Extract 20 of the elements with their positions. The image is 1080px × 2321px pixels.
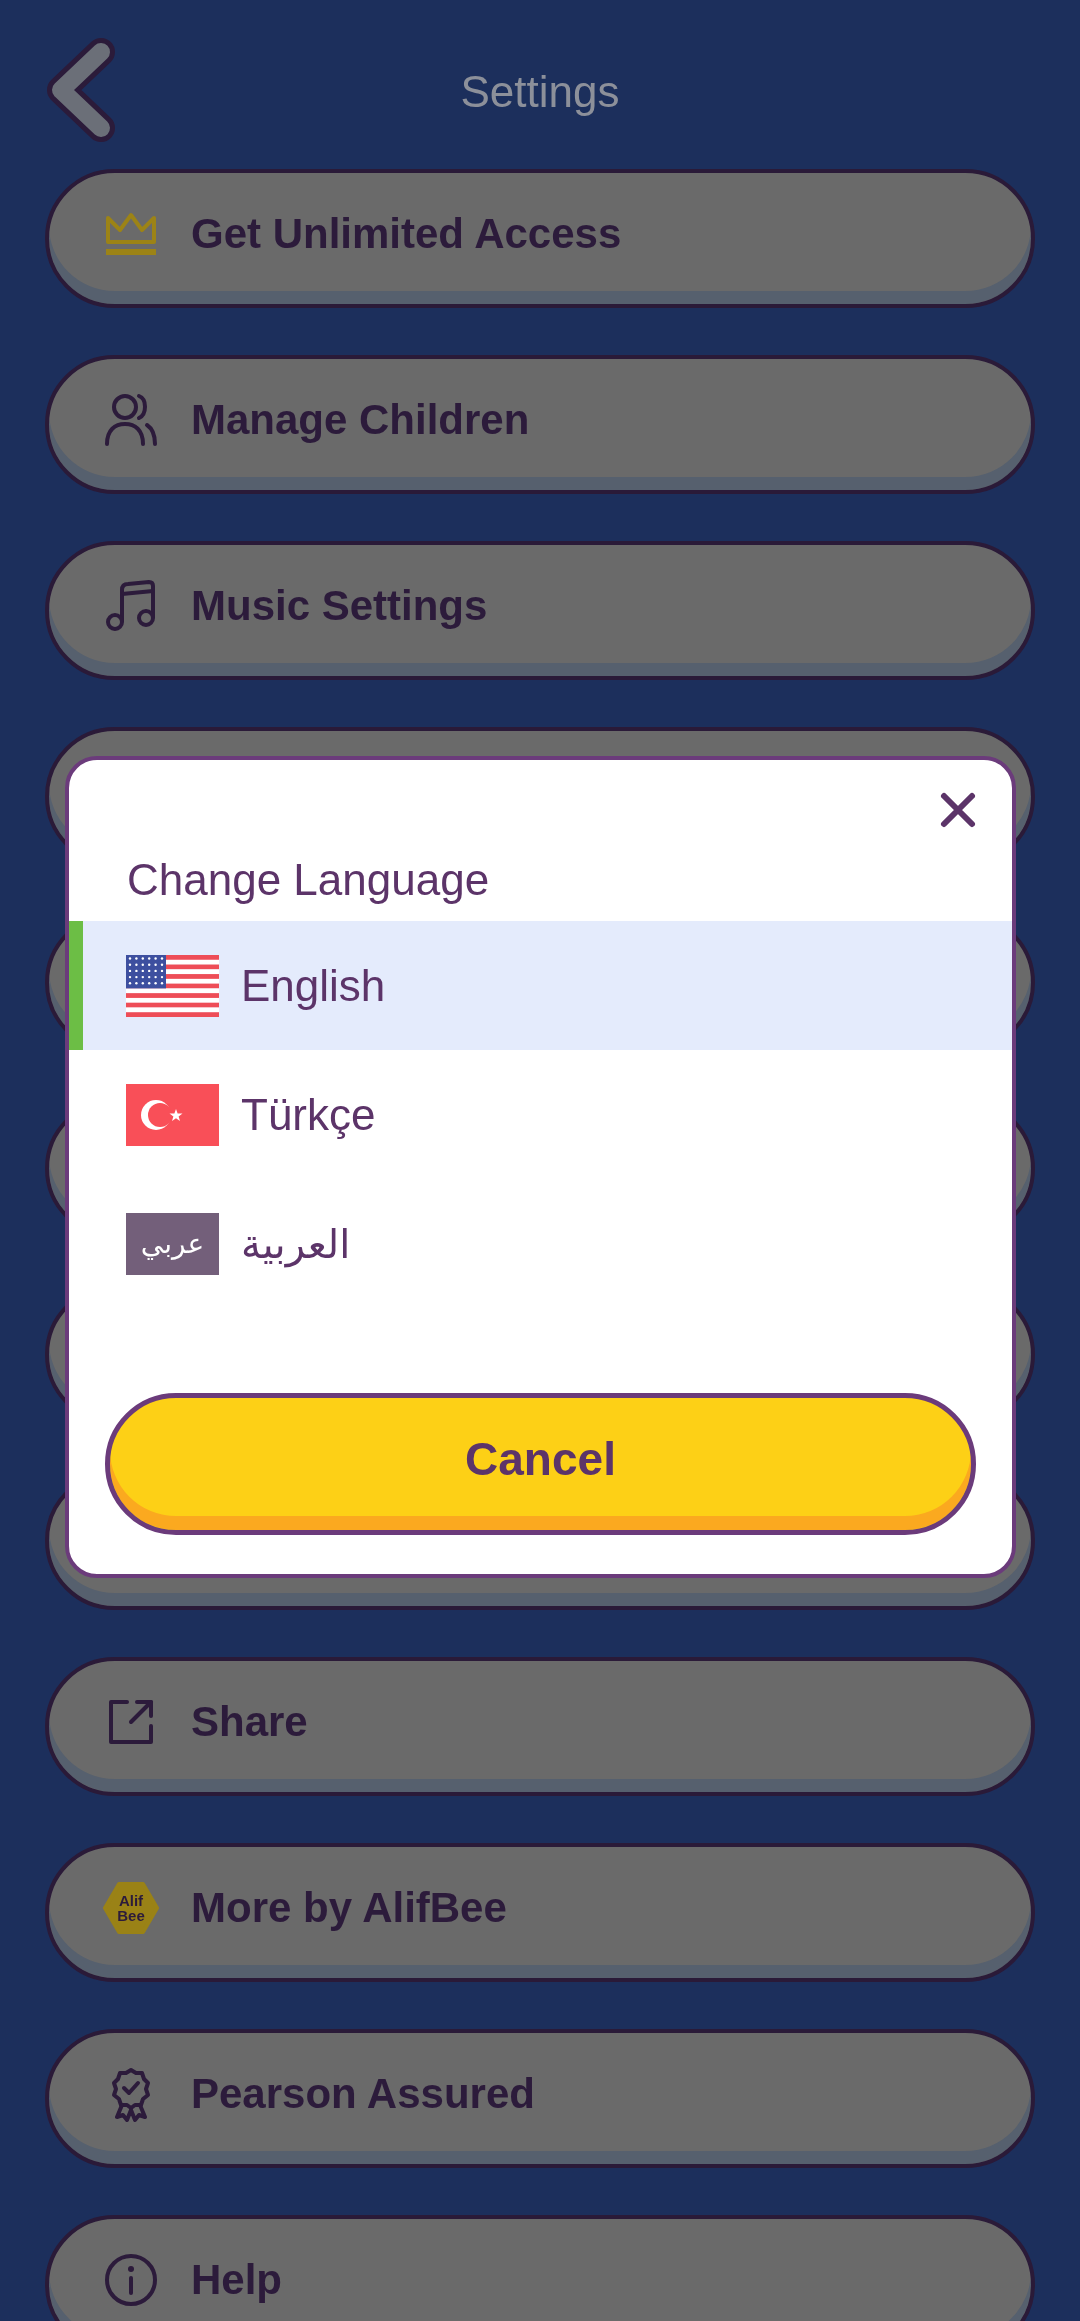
- flag-tile: عربي: [126, 1212, 219, 1275]
- turkey-flag-icon: [126, 1083, 219, 1146]
- us-flag-icon: [126, 954, 219, 1017]
- cancel-button[interactable]: Cancel: [105, 1393, 976, 1535]
- hexagon-logo: Alif Bee: [103, 1879, 159, 1936]
- language-option[interactable]: English: [69, 921, 1012, 1050]
- dialog-title: Change Language: [127, 854, 490, 906]
- info-icon: [103, 2251, 159, 2308]
- menu-button[interactable]: Share: [45, 1657, 1035, 1796]
- menu-button[interactable]: Manage Children: [45, 355, 1035, 494]
- screen-title: Settings: [460, 66, 620, 118]
- back-button[interactable]: [45, 38, 117, 142]
- menu-button[interactable]: Get Unlimited Access: [45, 169, 1035, 308]
- menu-button[interactable]: Alif Bee More by AlifBee: [45, 1843, 1035, 1982]
- menu-button[interactable]: Help: [45, 2215, 1035, 2321]
- close-icon[interactable]: [938, 790, 978, 830]
- people-icon: [103, 391, 159, 448]
- back-chevron-icon: [45, 38, 117, 142]
- menu-button[interactable]: Music Settings: [45, 541, 1035, 680]
- menu-button[interactable]: Pearson Assured: [45, 2029, 1035, 2168]
